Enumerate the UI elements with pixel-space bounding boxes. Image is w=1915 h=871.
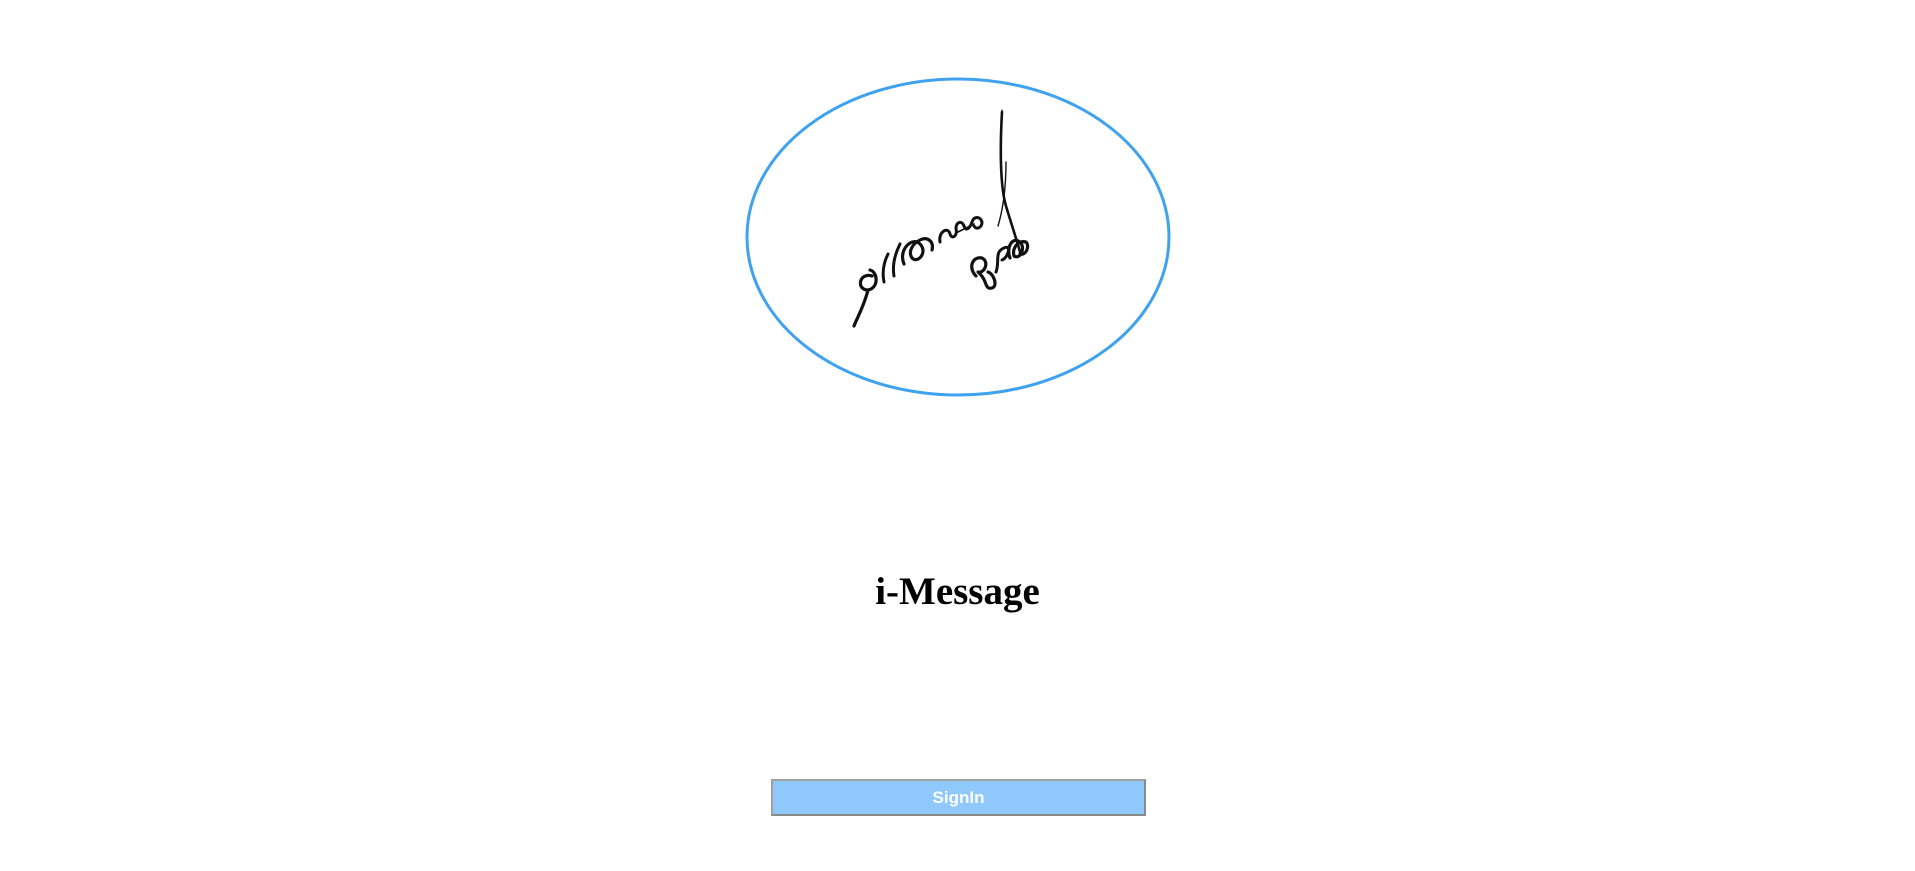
logo xyxy=(744,76,1172,398)
app-title: i-Message xyxy=(875,570,1040,613)
signature-logo-image xyxy=(745,77,1171,397)
login-page: i-Message SignIn xyxy=(0,0,1915,871)
signin-button[interactable]: SignIn xyxy=(771,779,1146,816)
logo-ring xyxy=(745,77,1171,397)
handwritten-signature xyxy=(852,109,1030,328)
